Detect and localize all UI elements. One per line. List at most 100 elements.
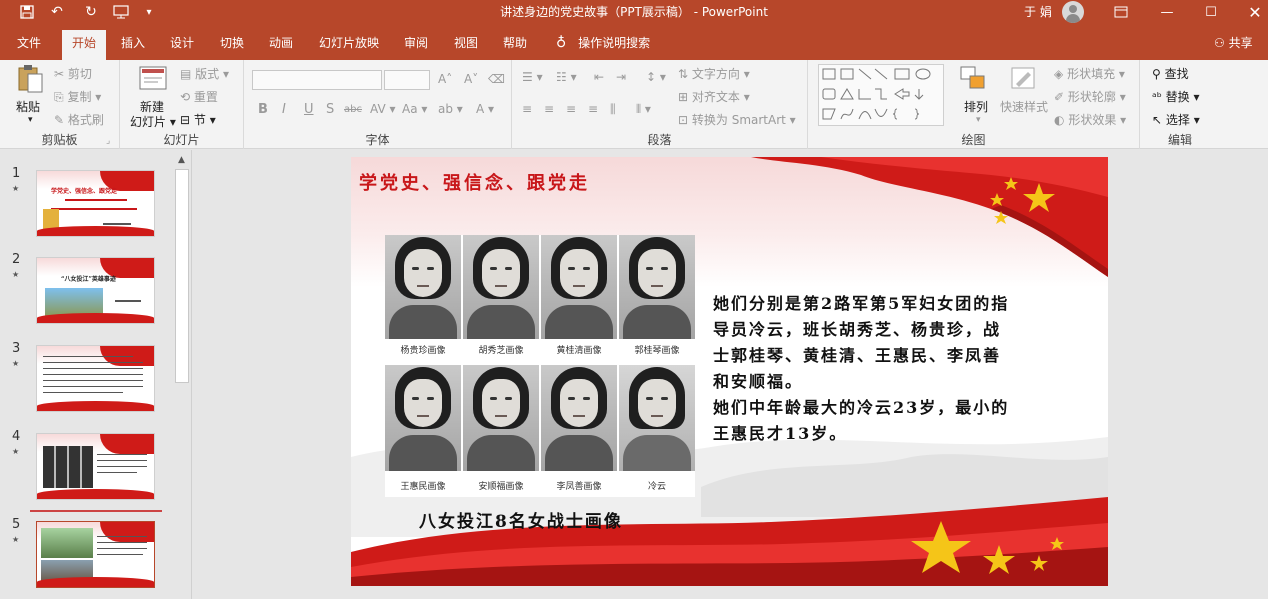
avatar[interactable] [1062,1,1084,23]
text-direction-label: 文字方向 [691,67,740,81]
quick-styles-button[interactable]: 快速样式 [1000,98,1048,115]
underline-icon[interactable]: U [304,102,314,117]
format-painter-button[interactable]: ✎ 格式刷 [54,111,104,128]
tab-transitions[interactable]: 切换 [220,32,244,54]
tell-me-search[interactable]: ♁ 操作说明搜索 [556,32,650,54]
shape-effects-label: 形状效果 [1068,113,1117,127]
layout-label: 版式 [195,67,220,81]
italic-icon[interactable]: I [282,102,286,117]
paste-dropdown-icon[interactable]: ▾ [28,115,33,125]
dialog-launcher-icon[interactable]: ⌟ [106,136,110,146]
group-clipboard: 粘贴 ▾ ✂ 剪切 ⎘ 复制 ▾ ✎ 格式刷 剪贴板 ⌟ [0,60,120,149]
slide-thumbnail-4[interactable] [36,433,155,500]
close-icon[interactable]: ✕ [1232,0,1268,24]
change-case-icon[interactable]: Aa ▾ [402,102,427,116]
line-spacing-icon[interactable]: ↕ ▾ [646,70,666,84]
align-right-icon[interactable]: ≡ [566,102,576,116]
new-slide-icon[interactable] [136,64,168,97]
portrait-caption: 李凤善画像 [556,482,602,492]
numbering-icon[interactable]: ☷ ▾ [556,70,577,84]
tab-slideshow[interactable]: 幻灯片放映 [319,32,379,54]
tab-design[interactable]: 设计 [170,32,194,54]
align-text-button[interactable]: ⊞ 对齐文本 ▾ [678,88,750,105]
thumbnail-number: 4 [12,429,21,444]
replace-button[interactable]: ᵃᵇ 替换 ▾ [1152,88,1200,105]
ribbon-display-options-icon[interactable] [1098,0,1144,24]
find-button[interactable]: ⚲ 查找 [1152,65,1189,82]
columns-icon[interactable]: ⫴ ▾ [636,102,651,117]
thumbnails-scrollbar[interactable]: ▲ [174,153,190,597]
slide-thumbnail-1[interactable]: 学党史、强信念、跟党走 [36,170,155,237]
bullets-icon[interactable]: ☰ ▾ [522,70,543,84]
increase-indent-icon[interactable]: ⇥ [616,70,626,84]
tab-review[interactable]: 审阅 [404,32,428,54]
select-button[interactable]: ↖ 选择 ▾ [1152,111,1200,128]
tab-view[interactable]: 视图 [454,32,478,54]
distributed-icon[interactable]: ⫼ [610,102,616,117]
highlight-icon[interactable]: ab ▾ [438,102,463,116]
arrange-dropdown-icon[interactable]: ▾ [976,115,981,125]
reset-button[interactable]: ⟲ 重置 [180,88,218,105]
portraits-image[interactable]: 杨贵珍画像 胡秀芝画像 黄桂清画像 郭桂琴画像 王惠民画像 安顺福画像 李凤善画… [385,235,695,497]
maximize-icon[interactable]: ☐ [1188,0,1234,24]
new-slide-button[interactable]: 幻灯片 ▾ [130,113,176,130]
tab-insert[interactable]: 插入 [121,32,145,54]
cut-button[interactable]: ✂ 剪切 [54,65,92,82]
section-button[interactable]: ⊟ 节 ▾ [180,111,216,128]
arrange-button[interactable]: 排列 [964,98,988,115]
body-line: 士郭桂琴、黄桂清、王惠民、李凤善 [713,346,1002,365]
paste-icon[interactable] [16,64,44,97]
convert-smartart-button[interactable]: ⊡ 转换为 SmartArt ▾ [678,111,796,128]
align-text-label: 对齐文本 [691,90,740,104]
slide-canvas[interactable]: 学党史、强信念、跟党走 杨贵珍画像 胡秀芝画像 黄桂清画像 郭桂琴画像 王惠民画… [351,157,1108,586]
bold-icon[interactable]: B [258,102,268,117]
paste-button[interactable]: 粘贴 [16,98,40,115]
minimize-icon[interactable]: — [1144,0,1190,24]
arrange-icon[interactable] [958,64,988,97]
tab-help[interactable]: 帮助 [503,32,527,54]
user-name[interactable]: 于 娟 [1024,3,1052,20]
layout-button[interactable]: ▤ 版式 ▾ [180,65,229,82]
decrease-font-size-icon[interactable]: A˅ [464,72,478,86]
portrait-photo [463,235,539,339]
scroll-up-icon[interactable]: ▲ [178,155,185,165]
tab-home[interactable]: 开始 [62,30,107,60]
portraits-caption[interactable]: 八女投江8名女战士画像 [419,507,623,532]
font-name-combo[interactable] [252,70,382,90]
decrease-indent-icon[interactable]: ⇤ [594,70,604,84]
justify-icon[interactable]: ≡ [588,102,598,116]
scissors-icon: ✂ [54,67,65,81]
shape-effects-button[interactable]: ◐ 形状效果 ▾ [1054,111,1126,128]
shapes-gallery[interactable] [818,64,944,126]
strikethrough-icon[interactable]: abc [344,104,362,115]
align-left-icon[interactable]: ≡ [522,102,532,116]
portrait-card: 王惠民画像 [385,365,461,497]
new-slide-label-2: 幻灯片 [130,115,167,129]
lightbulb-icon: ♁ [556,35,567,51]
copy-button[interactable]: ⎘ 复制 ▾ [54,88,101,105]
tab-file[interactable]: 文件 [17,32,41,54]
font-color-icon[interactable]: A ▾ [476,102,494,116]
shape-outline-button[interactable]: ✐ 形状轮廓 ▾ [1054,88,1126,105]
character-spacing-icon[interactable]: AV ▾ [370,102,396,116]
tab-animations[interactable]: 动画 [269,32,293,54]
shape-fill-button[interactable]: ◈ 形状填充 ▾ [1054,65,1125,82]
slide-thumbnail-5[interactable] [36,521,155,588]
align-center-icon[interactable]: ≡ [544,102,554,116]
slide-body-text[interactable]: 她们分别是第2路军第5军妇女团的指 导员冷云，班长胡秀芝、杨贵珍，战 士郭桂琴、… [713,291,1075,447]
portrait-card: 郭桂琴画像 [619,235,695,359]
scrollbar-thumb[interactable] [175,169,189,383]
clear-formatting-icon[interactable]: ⌫ [488,72,505,86]
portrait-photo [541,365,617,471]
body-line: 她们分别是第2路军第5军妇女团的指 [713,294,1010,313]
slide-thumbnail-3[interactable] [36,345,155,412]
share-button[interactable]: ⚇ 共享 [1214,32,1253,54]
increase-font-size-icon[interactable]: A˄ [438,72,452,86]
font-size-combo[interactable] [384,70,430,90]
portrait-caption: 安顺福画像 [478,482,524,492]
text-shadow-icon[interactable]: S [326,102,334,117]
slide-thumbnail-2[interactable]: “八女投江”英雄事迹 [36,257,155,324]
reset-label: 重置 [193,90,218,104]
quick-styles-icon[interactable] [1008,64,1038,97]
text-direction-button[interactable]: ⇅ 文字方向 ▾ [678,65,750,82]
